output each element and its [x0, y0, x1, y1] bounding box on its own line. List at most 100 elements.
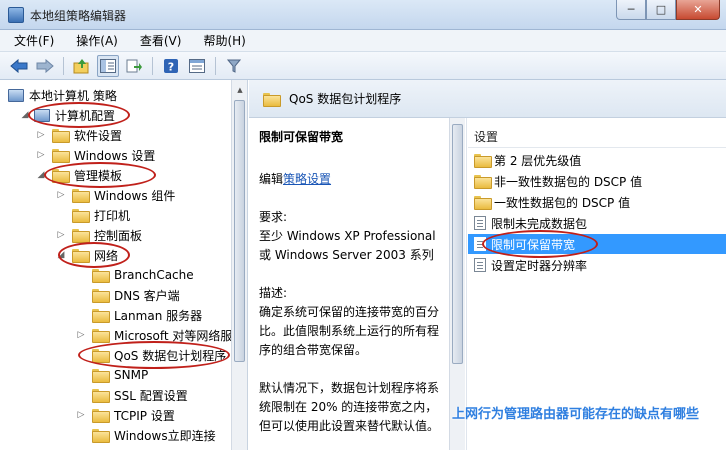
tree-node-branchcache[interactable]: BranchCache	[76, 265, 194, 285]
tree-node-control-panel[interactable]: ▷ 控制面板	[56, 225, 142, 245]
filter-icon[interactable]	[223, 55, 245, 77]
close-button[interactable]: ✕	[676, 0, 720, 20]
tree-node-label: 软件设置	[74, 128, 123, 143]
description-pane: 限制可保留带宽 编辑策略设置 要求: 至少 Windows XP Profess…	[249, 118, 467, 450]
tree-node-label: 控制面板	[94, 228, 143, 243]
app-icon	[8, 7, 24, 23]
folder-icon	[52, 169, 70, 183]
menu-bar: 文件(F) 操作(A) 查看(V) 帮助(H)	[0, 30, 726, 52]
tree-node-label: BranchCache	[114, 268, 194, 282]
show-tree-icon[interactable]	[97, 54, 119, 77]
details-header-title: QoS 数据包计划程序	[289, 92, 402, 106]
toolbar-separator	[215, 56, 216, 75]
minimize-button[interactable]: ─	[616, 0, 646, 20]
tree-node-label: Windows立即连接	[114, 428, 216, 443]
tree-node-printers[interactable]: 打印机	[56, 205, 130, 225]
folder-icon	[52, 129, 70, 143]
tree-node-microsoft-p2p[interactable]: ▷ Microsoft 对等网络服	[76, 325, 232, 345]
forward-arrow-icon[interactable]	[34, 55, 56, 77]
folder-icon	[92, 309, 110, 323]
properties-icon[interactable]	[186, 55, 208, 77]
folder-icon	[263, 92, 281, 107]
tree-node-label: Windows 组件	[94, 188, 176, 203]
toolbar-separator	[152, 56, 153, 75]
toolbar-separator	[63, 56, 64, 75]
computer-icon	[8, 88, 24, 102]
tree-node-label: DNS 客户端	[114, 288, 180, 303]
folder-icon	[72, 189, 90, 203]
expand-arrow-icon[interactable]: ▷	[76, 410, 86, 420]
folder-icon	[474, 154, 492, 168]
settings-item-layer2-priority[interactable]: 第 2 层优先级值	[468, 150, 726, 170]
default-text: 默认情况下，数据包计划程序将系统限制在 20% 的连接带宽之内，但可以使用此设置…	[259, 381, 440, 433]
folder-icon	[92, 369, 110, 383]
tree-node-label: Windows 设置	[74, 148, 156, 163]
export-icon[interactable]	[123, 55, 145, 77]
tree-node-label: 本地计算机 策略	[29, 88, 117, 103]
tree-node-tcpip[interactable]: ▷ TCPIP 设置	[76, 405, 175, 425]
settings-item-limit-outstanding[interactable]: 限制未完成数据包	[468, 213, 726, 233]
expand-arrow-icon[interactable]: ▷	[76, 330, 86, 340]
back-arrow-icon[interactable]	[8, 55, 30, 77]
svg-text:?: ?	[168, 60, 174, 73]
folder-icon	[92, 349, 110, 363]
folder-icon	[92, 409, 110, 423]
expand-arrow-icon[interactable]: ▷	[56, 190, 66, 200]
expand-arrow-icon[interactable]: ▷	[36, 130, 46, 140]
menu-view[interactable]: 查看(V)	[136, 30, 186, 51]
tree-node-computer-config[interactable]: ◢ 计算机配置	[20, 105, 115, 125]
settings-item-label: 第 2 层优先级值	[494, 153, 582, 168]
edit-policy-link[interactable]: 策略设置	[283, 172, 331, 186]
folder-icon	[474, 175, 492, 189]
tree-node-dns-client[interactable]: DNS 客户端	[76, 285, 180, 305]
tree-scroll-thumb[interactable]	[234, 100, 245, 362]
expand-arrow-icon[interactable]: ◢	[36, 170, 46, 180]
settings-item-limit-bandwidth[interactable]: 限制可保留带宽	[468, 234, 726, 254]
expand-arrow-icon[interactable]: ▷	[36, 150, 46, 160]
settings-item-conforming-dscp[interactable]: 一致性数据包的 DSCP 值	[468, 192, 726, 212]
details-header: QoS 数据包计划程序	[249, 80, 726, 118]
settings-item-timer-resolution[interactable]: 设置定时器分辨率	[468, 255, 726, 275]
tree-node-local-policy[interactable]: 本地计算机 策略	[8, 85, 117, 105]
tree-node-windows-components[interactable]: ▷ Windows 组件	[56, 185, 175, 205]
settings-item-nonconforming-dscp[interactable]: 非一致性数据包的 DSCP 值	[468, 171, 726, 191]
tree-node-qos[interactable]: QoS 数据包计划程序	[76, 345, 226, 365]
description-scrollbar[interactable]	[449, 118, 465, 450]
folder-icon	[92, 289, 110, 303]
window-controls: ─ □ ✕	[616, 0, 720, 20]
tree-node-software-settings[interactable]: ▷ 软件设置	[36, 125, 122, 145]
description-content: 限制可保留带宽 编辑策略设置 要求: 至少 Windows XP Profess…	[259, 128, 449, 436]
edit-prefix: 编辑	[259, 172, 284, 186]
expand-arrow-icon[interactable]: ◢	[20, 110, 30, 120]
requirements-label: 要求:	[259, 210, 288, 224]
tree-scrollbar[interactable]: ▲	[231, 80, 247, 450]
settings-item-label: 设置定时器分辨率	[491, 258, 588, 273]
requirements-text: 至少 Windows XP Professional 或 Windows Ser…	[259, 229, 436, 262]
settings-column-header[interactable]: 设置	[468, 126, 726, 148]
tree-node-ssl-config[interactable]: SSL 配置设置	[76, 385, 188, 405]
up-folder-icon[interactable]	[71, 55, 93, 77]
tree-node-snmp[interactable]: SNMP	[76, 365, 148, 385]
tree-node-windows-connect-now[interactable]: Windows立即连接	[76, 425, 216, 445]
tree-node-network[interactable]: ◢ 网络	[56, 245, 118, 265]
tree-node-windows-settings[interactable]: ▷ Windows 设置	[36, 145, 155, 165]
tree-node-label: QoS 数据包计划程序	[114, 348, 227, 363]
folder-icon	[474, 196, 492, 210]
menu-file[interactable]: 文件(F)	[10, 30, 58, 51]
help-icon[interactable]: ?	[160, 55, 182, 77]
folder-icon	[92, 389, 110, 403]
expand-arrow-icon[interactable]: ◢	[56, 250, 66, 260]
watermark-caption: 上网行为管理路由器可能存在的缺点有哪些	[452, 407, 700, 422]
maximize-button[interactable]: □	[646, 0, 676, 20]
menu-help[interactable]: 帮助(H)	[199, 30, 249, 51]
expand-arrow-icon[interactable]: ▷	[56, 230, 66, 240]
tree-node-admin-templates[interactable]: ◢ 管理模板	[36, 165, 122, 185]
menu-action[interactable]: 操作(A)	[72, 30, 122, 51]
scroll-up-icon[interactable]: ▲	[232, 82, 247, 98]
description-scroll-thumb[interactable]	[452, 124, 463, 364]
folder-icon	[72, 209, 90, 223]
folder-icon	[72, 249, 90, 263]
title-bar: 本地组策略编辑器 ─ □ ✕	[0, 0, 726, 30]
tree-node-label: 网络	[94, 248, 119, 263]
tree-node-lanman-server[interactable]: Lanman 服务器	[76, 305, 202, 325]
